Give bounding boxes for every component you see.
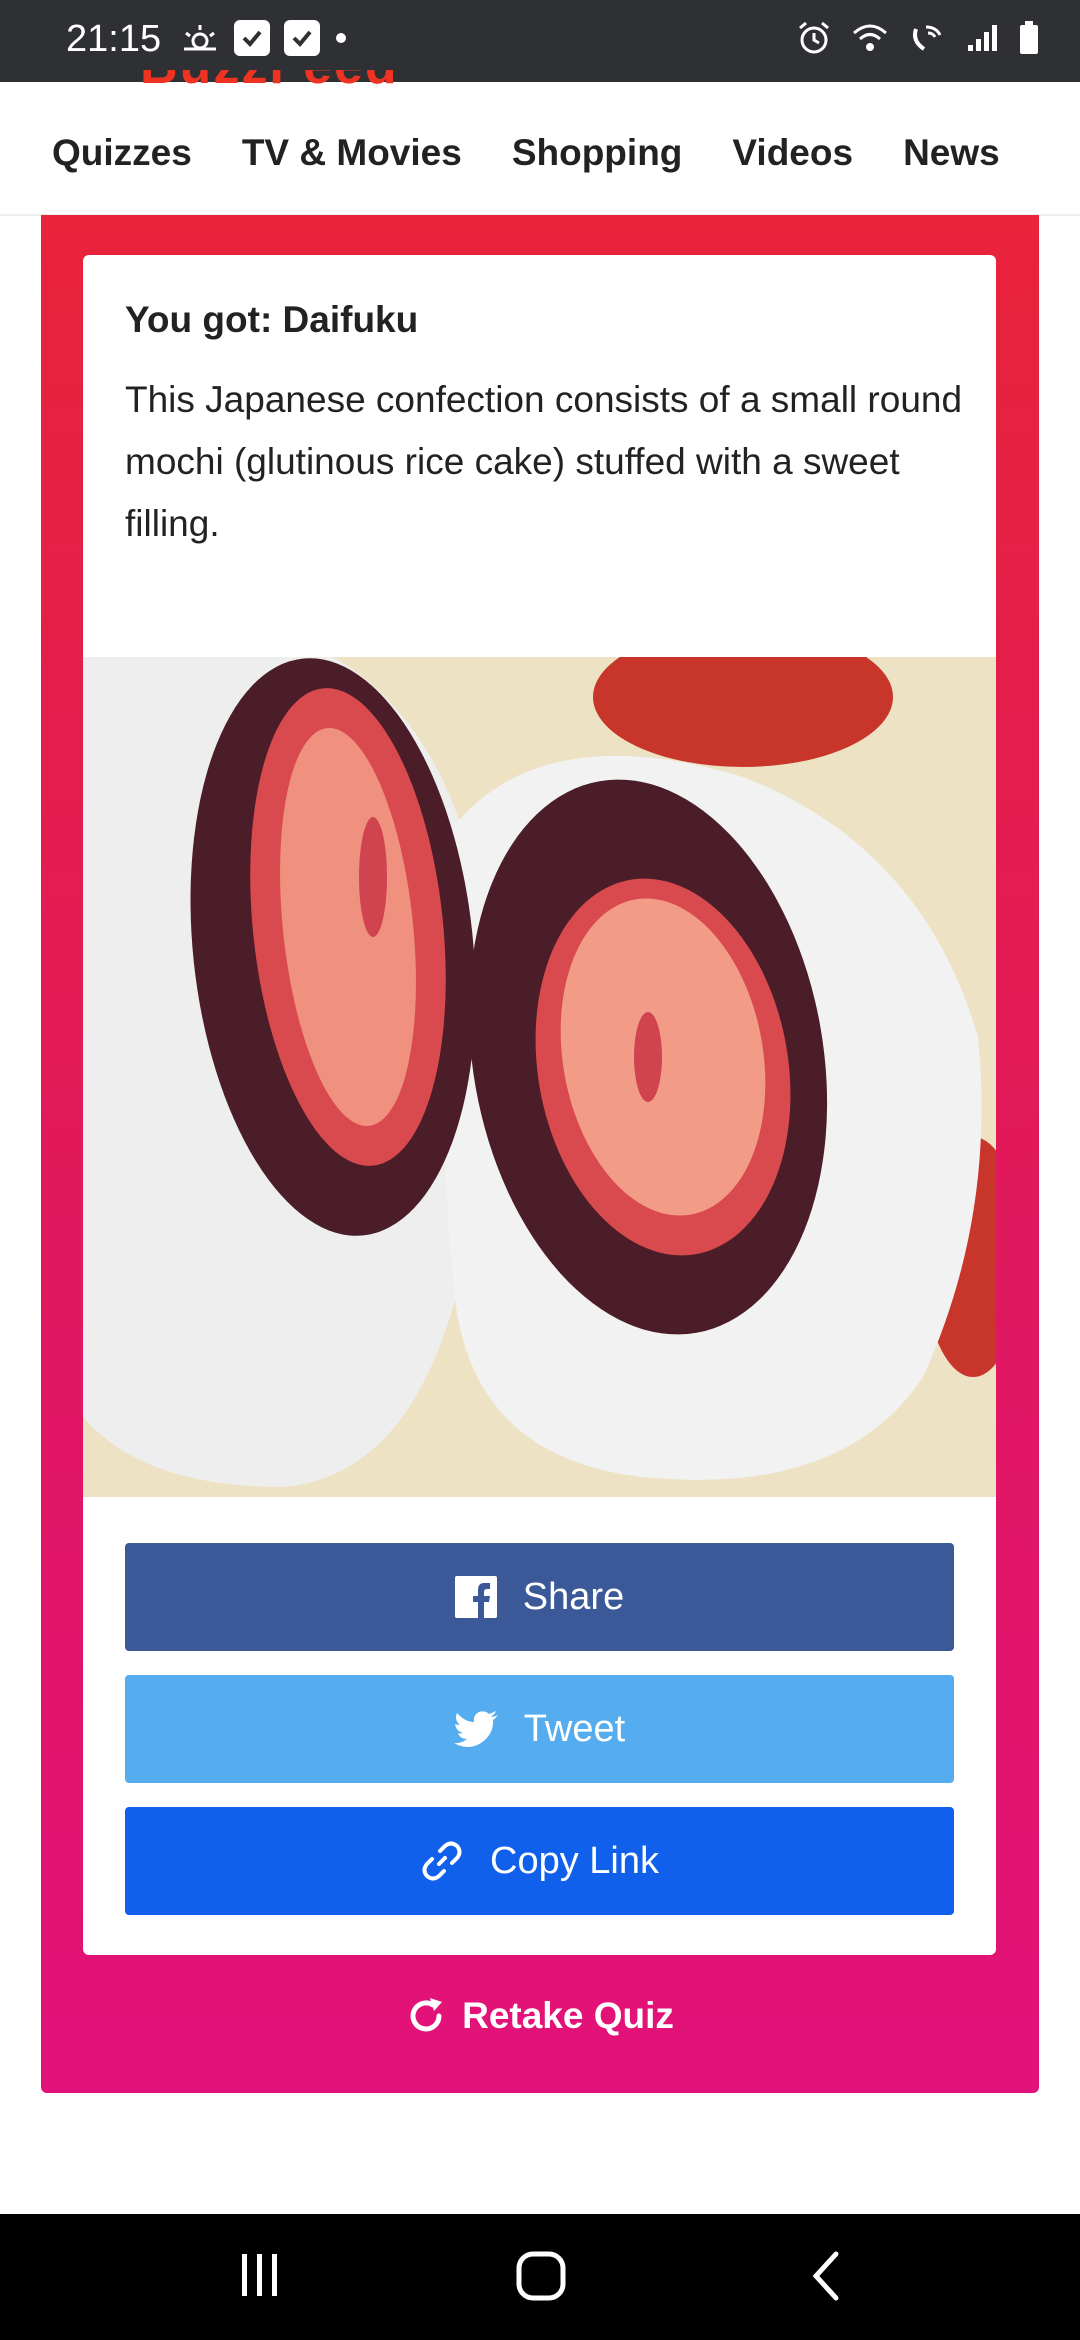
android-navigation-bar (0, 2214, 1080, 2340)
result-title: You got: Daifuku (125, 299, 419, 340)
nav-item-quizzes[interactable]: Quizzes (52, 132, 192, 174)
result-image-daifuku (83, 657, 996, 1497)
facebook-share-button[interactable]: Share (125, 1543, 954, 1651)
site-logo[interactable]: BuzzFeed (140, 70, 500, 86)
twitter-bird-icon (453, 1711, 498, 1747)
tweet-button[interactable]: Tweet (125, 1675, 954, 1783)
battery-icon (1020, 21, 1038, 54)
facebook-icon (454, 1576, 497, 1618)
facebook-share-label: Share (522, 1575, 625, 1618)
nav-item-tv-movies[interactable]: TV & Movies (242, 132, 462, 174)
wifi-calling-icon (913, 25, 942, 51)
status-time: 21:15 (66, 18, 162, 60)
copy-link-button[interactable]: Copy Link (125, 1807, 954, 1915)
checkbox-notification-icon (234, 20, 270, 56)
copy-link-label: Copy Link (490, 1839, 659, 1882)
status-left-icons (180, 20, 348, 56)
dot-icon (336, 33, 346, 43)
link-icon (422, 1841, 462, 1881)
signal-icon (968, 25, 997, 51)
back-icon[interactable] (808, 2250, 842, 2302)
quiz-result-frame: You got: Daifuku This Japanese confectio… (41, 215, 1039, 2093)
recent-apps-icon[interactable] (238, 2250, 282, 2300)
quiz-result-card: You got: Daifuku This Japanese confectio… (83, 255, 996, 1955)
nav-item-news[interactable]: News (903, 132, 1000, 174)
retake-refresh-icon (410, 1998, 443, 2032)
wifi-icon (853, 24, 887, 51)
nav-item-shopping[interactable]: Shopping (512, 132, 683, 174)
category-nav: Quizzes TV & Movies Shopping Videos News (52, 132, 1000, 174)
retake-quiz-button[interactable]: Retake Quiz (41, 1995, 1039, 2037)
site-logo-text: BuzzFeed (140, 70, 399, 86)
result-description: This Japanese confection consists of a s… (125, 379, 963, 544)
alarm-icon (799, 21, 829, 54)
retake-quiz-label: Retake Quiz (462, 1995, 674, 2036)
nav-item-videos[interactable]: Videos (732, 132, 853, 174)
tweet-label: Tweet (523, 1707, 626, 1750)
home-icon[interactable] (515, 2250, 567, 2302)
weather-icon (184, 25, 216, 51)
checkbox-notification-icon (284, 20, 320, 56)
status-right-icons (796, 20, 1040, 56)
top-nav: Quizzes TV & Movies Shopping Videos News (0, 82, 1080, 216)
